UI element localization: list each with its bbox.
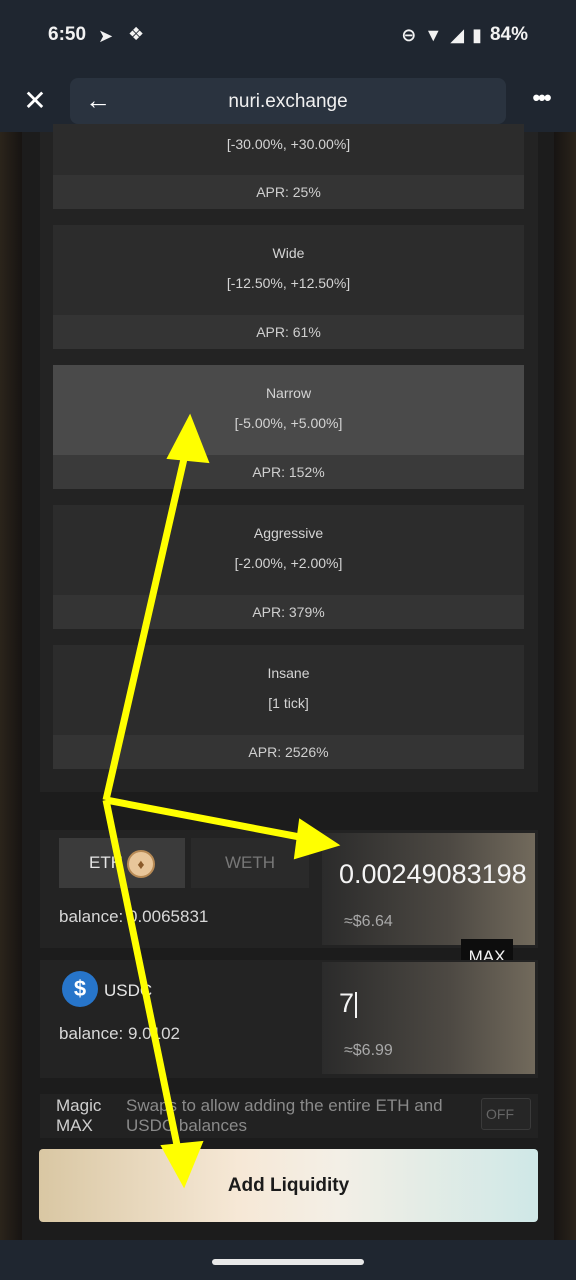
range-value: [-2.00%, +2.00%] — [234, 555, 343, 571]
range-value: [-5.00%, +5.00%] — [234, 415, 343, 431]
token-b-amount-input[interactable]: 7 ≈$6.99 — [322, 962, 535, 1074]
range-apr: APR: 2526% — [53, 735, 524, 769]
range-card-full[interactable]: [-30.00%, +30.00%] APR: 25% — [53, 124, 524, 209]
range-name: Narrow — [265, 385, 312, 401]
nav-bar — [0, 1240, 576, 1280]
wifi-icon: ▼ — [424, 24, 443, 45]
weth-toggle[interactable]: WETH — [191, 838, 309, 888]
token-a-amount-input[interactable]: 0.00249083198 ≈$6.64 — [322, 833, 535, 945]
home-handle[interactable] — [212, 1259, 364, 1265]
range-name: Aggressive — [253, 525, 324, 541]
range-apr: APR: 25% — [53, 175, 524, 209]
token-b-balance: balance: 9.0102 — [59, 1024, 180, 1043]
magic-max-label: Magic MAX — [56, 1096, 102, 1135]
magic-max-description: Swaps to allow adding the entire ETH and… — [126, 1096, 443, 1135]
status-bar: 6:50 ➤ ❖ ⊖ ▼ ◢ ▮ 84% — [0, 0, 576, 72]
range-value: [1 tick] — [268, 695, 309, 711]
url-bar[interactable]: ← nuri.exchange — [70, 78, 506, 124]
range-value: [-12.50%, +12.50%] — [226, 275, 351, 291]
range-name: Wide — [272, 245, 305, 261]
range-apr: APR: 61% — [53, 315, 524, 349]
magic-max-toggle[interactable]: OFF — [481, 1098, 531, 1130]
range-name: Insane — [267, 665, 310, 681]
range-card-wide[interactable]: Wide [-12.50%, +12.50%] APR: 61% — [53, 225, 524, 349]
eth-label: ETH — [89, 853, 123, 872]
eth-coin-icon: ♦ — [127, 849, 155, 878]
signal-icon: ◢ — [450, 24, 465, 45]
dnd-icon: ⊖ — [401, 24, 417, 45]
url-text: nuri.exchange — [228, 91, 348, 112]
range-apr: APR: 152% — [53, 455, 524, 489]
token-a-balance: balance: 0.0065831 — [59, 907, 209, 926]
background-right — [554, 132, 576, 1240]
status-time: 6:50 — [48, 24, 87, 45]
eth-toggle[interactable]: ETH ♦ — [59, 838, 185, 888]
binance-icon: ❖ — [128, 24, 145, 44]
range-card-aggressive[interactable]: Aggressive [-2.00%, +2.00%] APR: 379% — [53, 505, 524, 629]
token-a-amount: 0.00249083198 — [339, 859, 527, 889]
browser-toolbar: ✕ ← nuri.exchange ••• — [0, 72, 576, 132]
token-b-symbol: USDC — [104, 981, 153, 1000]
add-liquidity-button[interactable]: Add Liquidity — [39, 1149, 538, 1222]
range-card-insane[interactable]: Insane [1 tick] APR: 2526% — [53, 645, 524, 769]
token-b-amount: 7 — [339, 988, 358, 1019]
range-card-narrow[interactable]: Narrow [-5.00%, +5.00%] APR: 152% — [53, 365, 524, 489]
battery-percent: 84% — [489, 24, 528, 45]
range-apr: APR: 379% — [53, 595, 524, 629]
range-value: [-30.00%, +30.00%] — [226, 136, 351, 152]
telegram-icon: ➤ — [98, 26, 114, 46]
token-b-usd: ≈$6.99 — [344, 1042, 393, 1059]
text-caret — [355, 991, 358, 1018]
more-options-icon[interactable]: ••• — [528, 86, 554, 116]
battery-icon: ▮ — [472, 24, 482, 45]
background-left — [0, 132, 22, 1240]
usdc-coin-icon: $ — [62, 971, 98, 1007]
token-a-usd: ≈$6.64 — [344, 913, 393, 930]
close-icon[interactable]: ✕ — [20, 86, 50, 116]
magic-max-row: Magic MAX Swaps to allow adding the enti… — [40, 1094, 538, 1138]
